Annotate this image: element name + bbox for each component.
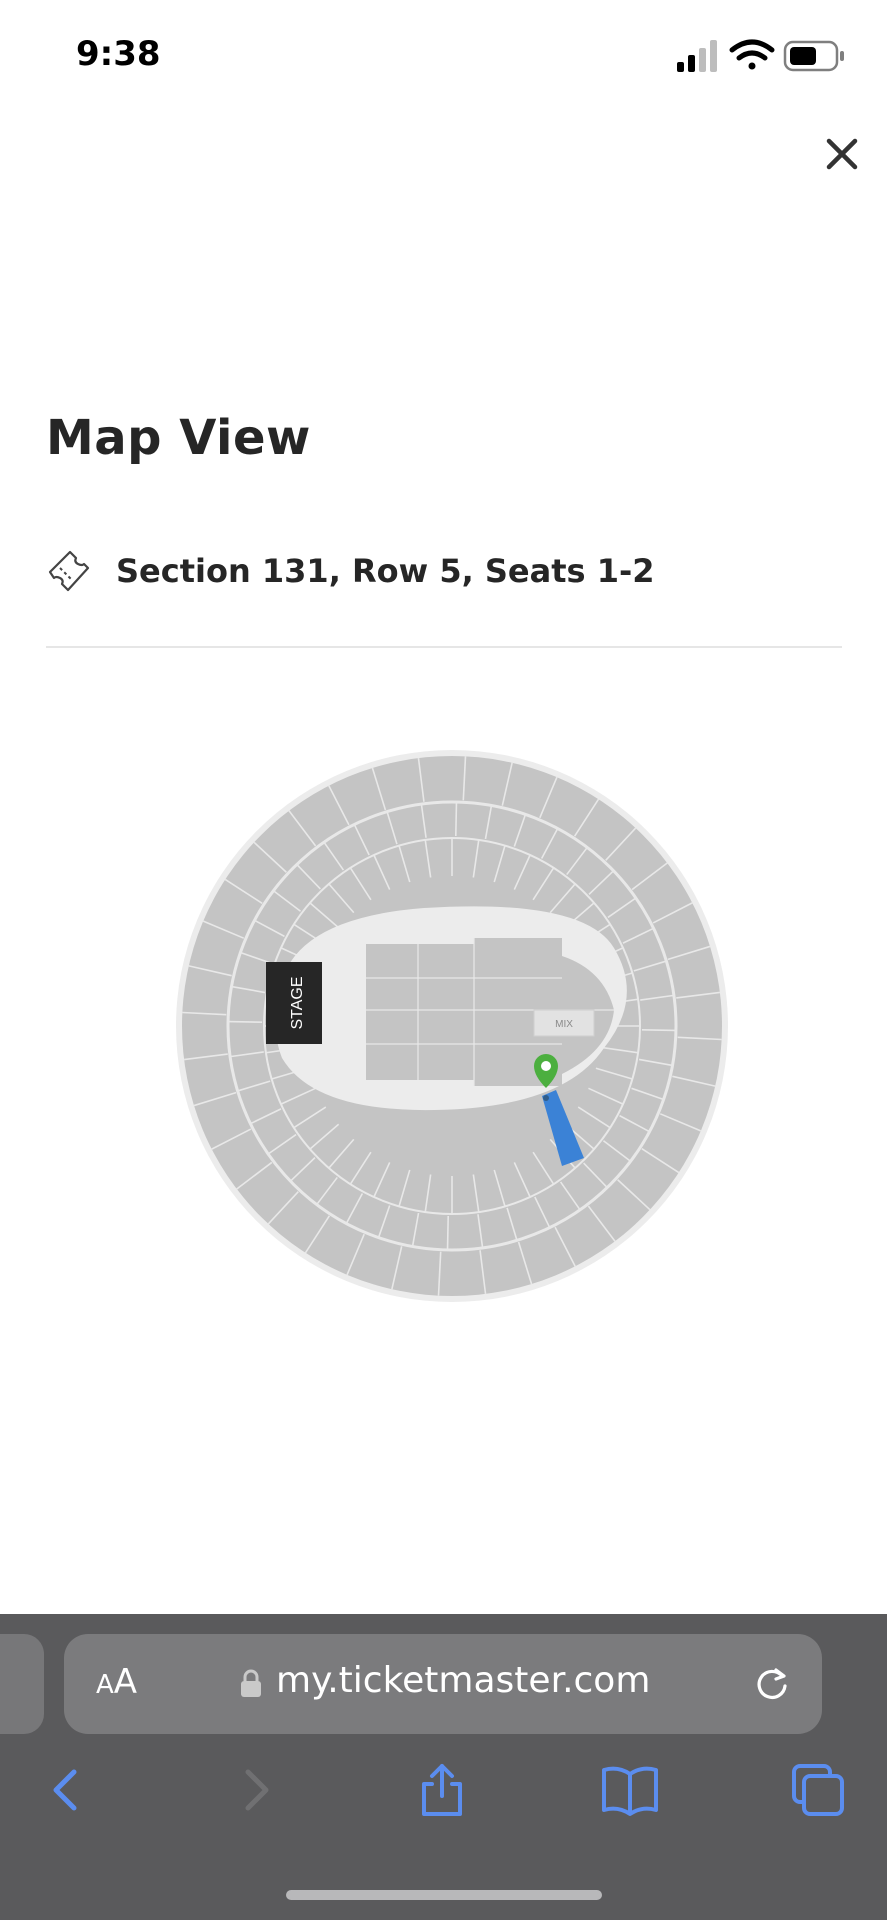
venue-seat-map[interactable]: STAGE MIX bbox=[174, 748, 730, 1304]
previous-tab-peek[interactable] bbox=[0, 1634, 44, 1734]
address-bar[interactable]: AA my.ticketmaster.com bbox=[64, 1634, 822, 1734]
bookmarks-icon bbox=[602, 1766, 658, 1816]
divider bbox=[46, 646, 842, 648]
bookmarks-button[interactable] bbox=[600, 1760, 660, 1820]
section-divider bbox=[641, 1028, 676, 1032]
section-divider bbox=[454, 802, 458, 837]
home-indicator bbox=[286, 1890, 602, 1900]
tabs-button[interactable] bbox=[788, 1760, 848, 1820]
tabs-icon bbox=[792, 1764, 844, 1816]
seat-info-text: Section 131, Row 5, Seats 1-2 bbox=[116, 552, 655, 590]
reload-button[interactable] bbox=[752, 1664, 792, 1704]
forward-button[interactable] bbox=[226, 1760, 286, 1820]
status-bar: 9:38 bbox=[0, 0, 887, 110]
status-time: 9:38 bbox=[76, 34, 161, 74]
url-text: my.ticketmaster.com bbox=[276, 1660, 651, 1701]
reload-icon bbox=[757, 1668, 787, 1699]
signal-icon bbox=[677, 40, 717, 72]
text-size-button[interactable]: AA bbox=[96, 1662, 137, 1702]
close-icon bbox=[826, 138, 858, 170]
section-divider bbox=[228, 1020, 263, 1024]
share-icon bbox=[422, 1764, 462, 1816]
page-title: Map View bbox=[46, 410, 311, 466]
status-icons bbox=[677, 39, 844, 72]
back-icon bbox=[53, 1769, 77, 1811]
stage-label: STAGE bbox=[289, 976, 306, 1029]
battery-icon bbox=[783, 40, 844, 72]
section-divider bbox=[446, 1215, 450, 1250]
share-button[interactable] bbox=[412, 1760, 472, 1820]
lock-icon bbox=[241, 1669, 261, 1697]
ticket-icon bbox=[48, 550, 90, 592]
forward-icon bbox=[245, 1769, 269, 1811]
back-button[interactable] bbox=[36, 1760, 96, 1820]
mix-label: MIX bbox=[555, 1019, 573, 1030]
close-button[interactable] bbox=[818, 130, 866, 178]
wifi-icon bbox=[729, 39, 775, 70]
seat-info: Section 131, Row 5, Seats 1-2 bbox=[46, 548, 846, 598]
